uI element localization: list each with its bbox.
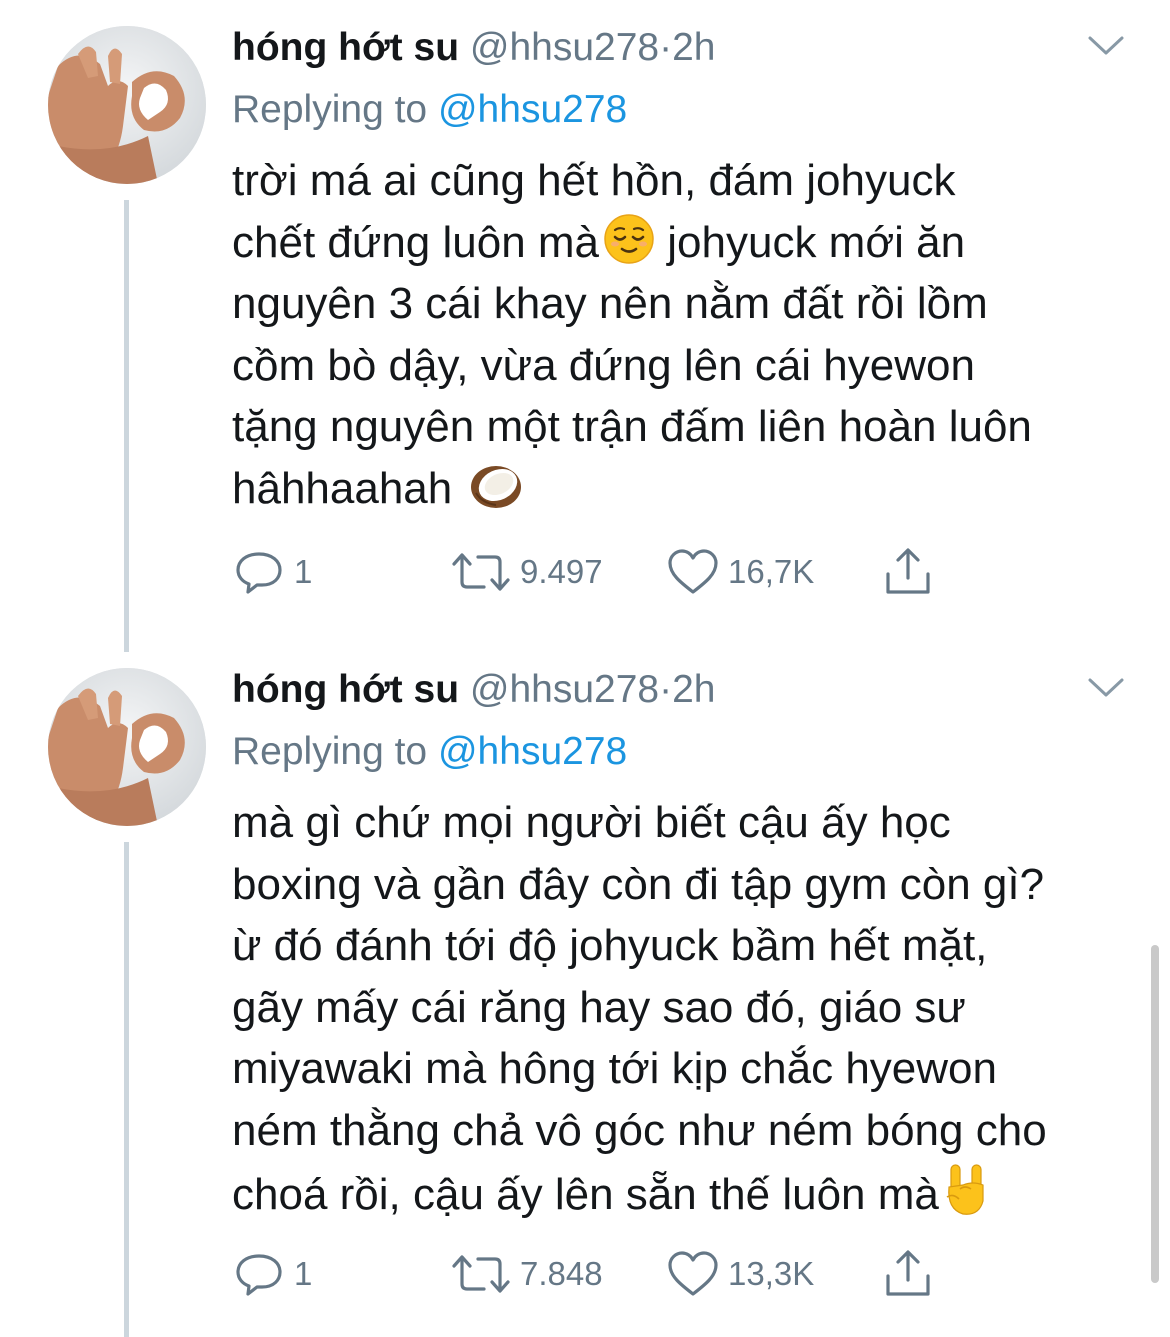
retweet-icon <box>452 553 510 591</box>
reply-button[interactable]: 1 <box>232 544 312 600</box>
avatar[interactable] <box>48 668 206 826</box>
tweet-text-line: boxing và gần đây còn đi tập gym còn gì? <box>232 859 1045 909</box>
retweet-icon <box>452 1255 510 1293</box>
share-icon <box>886 1250 930 1296</box>
tweet-text-line: mà gì chứ mọi người biết cậu ấy học <box>232 798 951 847</box>
tweet-text-line: miyawaki mà hông tới kịp chắc hyewon <box>232 1044 997 1093</box>
like-icon <box>668 549 718 594</box>
replying-to-handle[interactable]: @hhsu278 <box>438 730 627 773</box>
replying-to-label: Replying to <box>232 730 428 773</box>
like-button[interactable]: 16,7K <box>666 544 814 600</box>
like-count: 13,3K <box>728 1255 815 1292</box>
replying-to-label: Replying to <box>232 88 428 131</box>
like-button[interactable]: 13,3K <box>666 1246 814 1302</box>
coconut-emoji <box>471 465 522 508</box>
avatar[interactable] <box>48 26 206 184</box>
separator-dot: · <box>659 668 673 711</box>
tweet-actions: 1 7.848 13,3K <box>232 1246 952 1302</box>
reply-count: 1 <box>294 553 313 590</box>
like-icon <box>668 1251 718 1296</box>
tweet-text-line: cồm bò dậy, vừa đứng lên cái hyewon <box>232 340 975 390</box>
reply-count: 1 <box>294 1255 313 1292</box>
tweet[interactable]: hóng hớt su @hhsu278·2h Replying to @hhs… <box>0 0 1170 642</box>
timestamp[interactable]: 2h <box>672 26 715 69</box>
tweet-header: hóng hớt su @hhsu278·2h <box>232 664 715 716</box>
reply-icon <box>236 1254 282 1296</box>
share-icon <box>886 548 930 594</box>
display-name[interactable]: hóng hớt su <box>232 26 459 69</box>
share-button[interactable] <box>882 1246 934 1302</box>
user-handle[interactable]: @hhsu278 <box>470 26 659 69</box>
chevron-down-icon[interactable] <box>1086 32 1126 58</box>
separator-dot: · <box>659 26 673 69</box>
retweet-count: 9.497 <box>520 553 603 590</box>
tweet-text-line: ừ đó đánh tới độ johyuck bầm hết mặt, <box>232 921 988 970</box>
like-count: 16,7K <box>728 553 815 590</box>
tweet-text-line: trời má ai cũng hết hồn, đám johyuck <box>232 156 956 205</box>
tweet-text-line: nguyên 3 cái khay nên nằm đất rồi lồm <box>232 279 988 328</box>
user-handle[interactable]: @hhsu278 <box>470 668 659 711</box>
tweet-text-line: hâhhaahah <box>232 458 1132 520</box>
reply-icon <box>236 552 282 594</box>
tweet-text-line: gãy mấy cái răng hay sao đó, giáo sư <box>232 982 966 1032</box>
replying-to: Replying to @hhsu278 <box>232 84 627 136</box>
retweet-button[interactable]: 7.848 <box>450 1246 603 1302</box>
tweet-header: hóng hớt su @hhsu278·2h <box>232 22 715 74</box>
reply-button[interactable]: 1 <box>232 1246 312 1302</box>
tweet-text-line: ném thằng chả vô góc như ném bóng cho <box>232 1105 1047 1155</box>
relieved-face-emoji <box>604 213 654 264</box>
tweet-text-line: choá rồi, cậu ấy lên sẵn thế luôn mà <box>232 1161 1132 1223</box>
avatar-hand-heart-image <box>48 668 206 826</box>
tweet[interactable]: hóng hớt su @hhsu278·2h Replying to @hhs… <box>0 642 1170 1296</box>
replying-to: Replying to @hhsu278 <box>232 726 627 778</box>
retweet-count: 7.848 <box>520 1255 603 1292</box>
avatar-hand-heart-image <box>48 26 206 184</box>
chevron-down-icon[interactable] <box>1086 674 1126 700</box>
tweet-text-line: tặng nguyên một trận đấm liên hoàn luôn <box>232 402 1032 451</box>
display-name[interactable]: hóng hớt su <box>232 668 459 711</box>
scrollbar[interactable] <box>1151 945 1159 1283</box>
tweet-actions: 1 9.497 16,7K <box>232 544 952 600</box>
share-button[interactable] <box>882 544 934 600</box>
timestamp[interactable]: 2h <box>672 668 715 711</box>
tweet-text: trời má ai cũng hết hồn, đám johyuck chế… <box>232 150 1132 519</box>
tweet-text-line: chết đứng luôn mà johyuck mới ăn <box>232 212 1132 274</box>
retweet-button[interactable]: 9.497 <box>450 544 603 600</box>
tweet-text: mà gì chứ mọi người biết cậu ấy học boxi… <box>232 792 1132 1223</box>
rock-on-hand-emoji <box>946 1164 984 1215</box>
replying-to-handle[interactable]: @hhsu278 <box>438 88 627 131</box>
